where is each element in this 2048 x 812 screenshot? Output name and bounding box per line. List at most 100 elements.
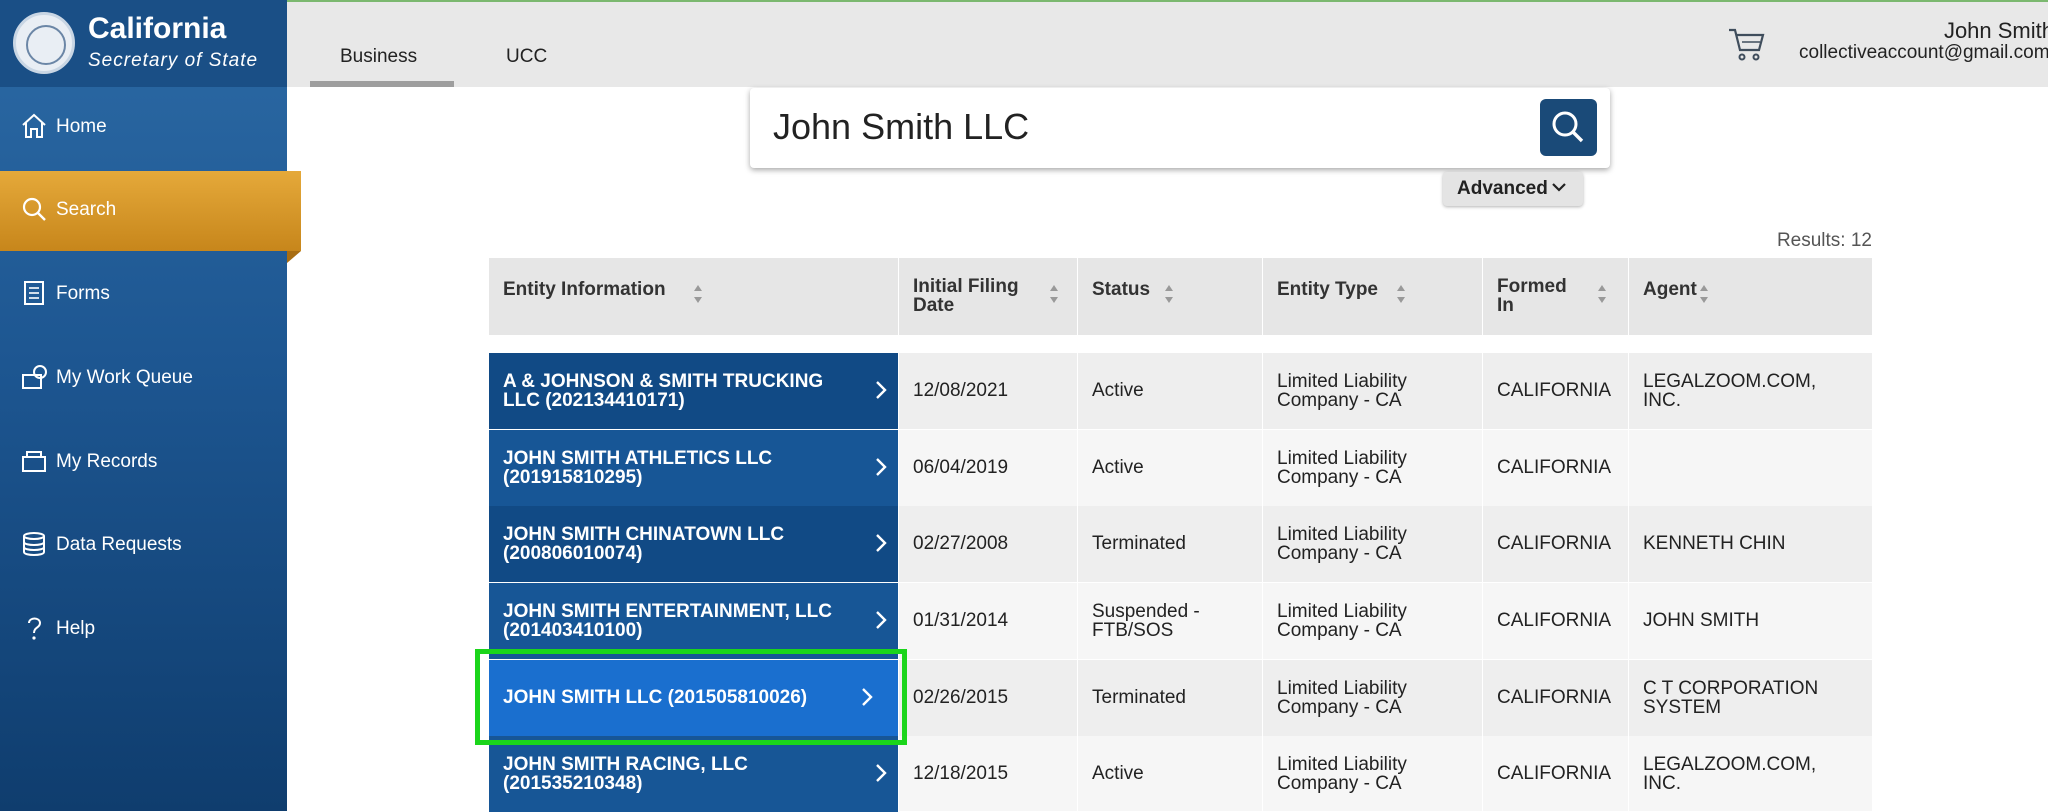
search-button[interactable] (1540, 99, 1597, 156)
nav-item-help[interactable]: Help (0, 590, 287, 670)
nav-label: Help (56, 618, 96, 639)
formed-in: CALIFORNIA (1483, 736, 1629, 812)
search-icon (1552, 111, 1584, 143)
nav-item-search[interactable]: Search (0, 171, 301, 263)
nav-item-home[interactable]: Home (0, 88, 287, 168)
table-row: JOHN SMITH RACING, LLC (201535210348) 12… (489, 736, 1872, 812)
column-header-status[interactable]: Status (1078, 258, 1263, 335)
formed-in: CALIFORNIA (1483, 583, 1629, 659)
nav-item-forms[interactable]: Forms (0, 255, 287, 335)
table-row: JOHN SMITH ATHLETICS LLC (201915810295) … (489, 430, 1872, 506)
entity-link[interactable]: JOHN SMITH RACING, LLC (201535210348) (489, 736, 899, 812)
tab-business[interactable]: Business (340, 46, 417, 68)
nav-item-data-requests[interactable]: Data Requests (0, 506, 287, 586)
filing-date: 12/18/2015 (899, 736, 1078, 812)
table-row: JOHN SMITH ENTERTAINMENT, LLC (201403410… (489, 583, 1872, 659)
entity-type: Limited Liability Company - CA (1263, 583, 1483, 659)
agent: LEGALZOOM.COM, INC. (1643, 754, 1817, 794)
formed-in: CALIFORNIA (1483, 660, 1629, 736)
formed-in: CALIFORNIA (1483, 506, 1629, 582)
entity-type: Limited Liability Company - CA (1263, 736, 1483, 812)
entity-type: Limited Liability Company - CA (1263, 430, 1483, 506)
nav-label: Search (56, 199, 117, 220)
filing-date: 02/27/2008 (899, 506, 1078, 582)
chevron-right-icon (876, 764, 887, 782)
nav-item-my-records[interactable]: My Records (0, 423, 287, 503)
column-header-formed-in[interactable]: Formed In (1483, 258, 1629, 335)
sort-icon (694, 285, 702, 303)
filing-date: 02/26/2015 (899, 660, 1078, 736)
table-row: A & JOHNSON & SMITH TRUCKING LLC (202134… (489, 353, 1872, 429)
records-icon (22, 451, 46, 472)
nav-item-my-work-queue[interactable]: My Work Queue (0, 339, 287, 419)
user-email: collectiveaccount@gmail.com (1799, 42, 2048, 63)
status: Active (1078, 736, 1263, 812)
entity-link[interactable]: JOHN SMITH ENTERTAINMENT, LLC (201403410… (489, 583, 899, 659)
advanced-label: Advanced (1457, 178, 1548, 199)
nav-label: My Work Queue (56, 367, 193, 388)
sort-icon (1165, 285, 1173, 303)
search-icon (22, 197, 46, 221)
active-tab-indicator (310, 81, 454, 87)
entity-link[interactable]: JOHN SMITH ATHLETICS LLC (201915810295) (489, 430, 899, 506)
entity-type: Limited Liability Company - CA (1263, 353, 1483, 429)
brand-title: California (88, 12, 227, 45)
status: Suspended - FTB/SOS (1078, 583, 1263, 659)
table-header: Entity Information Initial Filing Date S… (489, 258, 1872, 335)
database-icon (23, 532, 45, 556)
user-name[interactable]: John Smith (1944, 18, 2048, 44)
brand[interactable]: California Secretary of State (0, 0, 287, 87)
status: Active (1078, 430, 1263, 506)
sort-icon (1598, 285, 1606, 303)
sort-icon (1397, 285, 1405, 303)
column-header-entity-type[interactable]: Entity Type (1263, 258, 1483, 335)
entity-type: Limited Liability Company - CA (1263, 660, 1483, 736)
entity-link[interactable]: A & JOHNSON & SMITH TRUCKING LLC (202134… (489, 353, 899, 429)
table-row: JOHN SMITH CHINATOWN LLC (200806010074) … (489, 506, 1872, 582)
sort-icon (1050, 285, 1058, 303)
selection-highlight (475, 649, 907, 745)
agent: KENNETH CHIN (1643, 533, 1786, 554)
search-input[interactable]: John Smith LLC (773, 106, 1029, 148)
chevron-right-icon (876, 381, 887, 399)
status: Terminated (1078, 660, 1263, 736)
agent: LEGALZOOM.COM, INC. (1643, 371, 1817, 411)
status: Active (1078, 353, 1263, 429)
status: Terminated (1078, 506, 1263, 582)
nav-label: Forms (56, 283, 110, 304)
work-queue-icon (22, 365, 47, 389)
filing-date: 01/31/2014 (899, 583, 1078, 659)
entity-link[interactable]: JOHN SMITH CHINATOWN LLC (200806010074) (489, 506, 899, 582)
help-icon (28, 617, 42, 640)
agent (1629, 430, 1872, 506)
sidebar: California Secretary of State Home Searc… (0, 0, 301, 811)
chevron-right-icon (876, 611, 887, 629)
column-header-initial-filing-date[interactable]: Initial Filing Date (899, 258, 1078, 335)
agent: C T CORPORATION SYSTEM (1643, 678, 1819, 718)
formed-in: CALIFORNIA (1483, 353, 1629, 429)
brand-subtitle: Secretary of State (88, 50, 259, 71)
entity-type: Limited Liability Company - CA (1263, 506, 1483, 582)
filing-date: 12/08/2021 (899, 353, 1078, 429)
nav-label: Home (56, 116, 107, 137)
filing-date: 06/04/2019 (899, 430, 1078, 506)
formed-in: CALIFORNIA (1483, 430, 1629, 506)
chevron-down-icon (1552, 183, 1566, 192)
advanced-dropdown-button[interactable]: Advanced (1443, 172, 1583, 206)
agent: JOHN SMITH (1643, 610, 1760, 631)
sort-icon (1700, 285, 1708, 303)
chevron-right-icon (876, 458, 887, 476)
nav-label: Data Requests (56, 534, 182, 555)
column-header-agent[interactable]: Agent (1629, 258, 1872, 335)
forms-icon (24, 281, 44, 305)
home-icon (22, 113, 46, 138)
cart-icon[interactable] (1727, 24, 1767, 64)
search-input-container[interactable]: John Smith LLC (750, 88, 1610, 168)
state-seal-logo (13, 12, 75, 74)
top-bar: Business UCC (287, 0, 2048, 87)
chevron-right-icon (876, 534, 887, 552)
nav-label: My Records (56, 451, 158, 472)
results-count: Results: 12 (1776, 230, 1872, 251)
tab-ucc[interactable]: UCC (506, 46, 547, 68)
column-header-entity-information[interactable]: Entity Information (489, 258, 899, 335)
